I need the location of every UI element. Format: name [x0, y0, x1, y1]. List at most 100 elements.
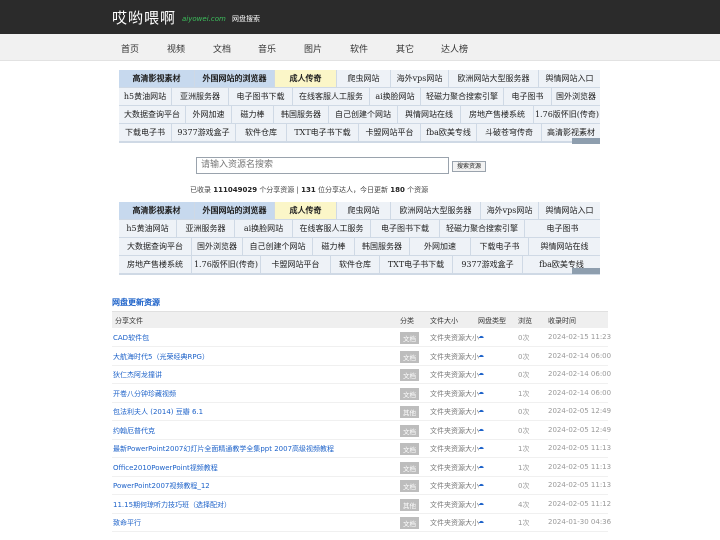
- link-grid-item[interactable]: 电子图书: [504, 88, 551, 105]
- link-grid-item[interactable]: 轻磁力聚合搜索引擎: [440, 220, 524, 237]
- link-grid-item[interactable]: 轻磁力聚合搜索引擎: [421, 88, 503, 105]
- link-grid-item[interactable]: ai换脸网站: [235, 220, 292, 237]
- link-grid-item[interactable]: 外国网站的浏览器: [195, 70, 274, 87]
- link-grid-item[interactable]: TXT电子书下载: [380, 256, 452, 273]
- link-grid-item[interactable]: 电子图书: [525, 220, 600, 237]
- resource-link[interactable]: PowerPoint2007视频教程_12: [113, 481, 210, 491]
- table-row: 11.15期何琼听力技巧班（选择配对） 其他 文件夹资源大小 ☁ 4次 2024-02-0…: [112, 496, 612, 514]
- link-grid-item[interactable]: fba欧美专线: [421, 124, 476, 141]
- table-row: 狄仁杰阿龙撞讲 文档 文件夹资源大小 ☁ 0次 2024-02-14 06:00: [112, 366, 612, 384]
- site-logo[interactable]: 哎哟喂啊: [112, 7, 176, 28]
- link-grid-item[interactable]: 国外浏览器: [552, 88, 600, 105]
- nav-docs[interactable]: 文档: [213, 42, 231, 55]
- cloud-disk-icon: ☁: [478, 462, 484, 470]
- link-grid-item[interactable]: 爬虫网站: [337, 202, 390, 219]
- stats-text: 个分享资源 |: [259, 186, 299, 194]
- nav-software[interactable]: 软件: [350, 42, 368, 55]
- link-grid-item[interactable]: 韩国服务器: [355, 238, 409, 255]
- link-grid-item[interactable]: 1.76版怀旧(传奇): [534, 106, 600, 123]
- nav-music[interactable]: 音乐: [258, 42, 276, 55]
- link-grid-item[interactable]: 高清影视素材: [119, 70, 194, 87]
- link-grid-item[interactable]: 在线客服人工服务: [293, 220, 370, 237]
- link-grid-item[interactable]: 房地产售楼系统: [119, 256, 191, 273]
- link-grid-item[interactable]: TXT电子书下载: [287, 124, 358, 141]
- view-count: 0次: [518, 334, 530, 342]
- link-grid-item[interactable]: 爬虫网站: [337, 70, 390, 87]
- header-disk-type: 网盘类型: [478, 317, 506, 325]
- link-grid-item[interactable]: 自己创建个网站: [329, 106, 397, 123]
- link-grid-item[interactable]: 成人传奇: [275, 202, 336, 219]
- link-grid-item[interactable]: 磁力棒: [232, 106, 273, 123]
- resource-link[interactable]: 最新PowerPoint2007幻灯片全面精通教学全集ppt 2007高级视频教…: [113, 444, 334, 454]
- link-grid-item[interactable]: 舆情网站入口: [539, 202, 600, 219]
- link-grid-item[interactable]: h5黄油网站: [119, 220, 176, 237]
- search-input[interactable]: 请输入资源名搜索: [196, 157, 449, 174]
- link-grid-item[interactable]: 在线客服人工服务: [293, 88, 369, 105]
- link-grid-item[interactable]: 舆情网站在线: [529, 238, 600, 255]
- link-grid-item[interactable]: 9377游戏盒子: [453, 256, 522, 273]
- link-grid-item[interactable]: 舆情网站入口: [539, 70, 600, 87]
- link-grid-item[interactable]: 磁力棒: [313, 238, 354, 255]
- resource-link[interactable]: 致命平行: [113, 518, 141, 528]
- nav-images[interactable]: 图片: [304, 42, 322, 55]
- table-header: 分享文件 分类 文件大小 网盘类型 浏览 收录时间: [112, 311, 608, 328]
- header-size: 文件大小: [430, 317, 458, 325]
- link-grid-item[interactable]: 亚洲服务器: [177, 220, 234, 237]
- link-grid-item[interactable]: 外网加速: [410, 238, 470, 255]
- link-grid-item[interactable]: 欧洲网站大型服务器: [449, 70, 538, 87]
- link-grid-item[interactable]: 软件仓库: [331, 256, 379, 273]
- link-grid-item[interactable]: 外国网站的浏览器: [195, 202, 274, 219]
- link-grid-item[interactable]: 舆情网站在线: [398, 106, 460, 123]
- link-grid-item[interactable]: 欧洲网站大型服务器: [391, 202, 480, 219]
- view-count: 1次: [518, 389, 530, 398]
- link-grid-item[interactable]: 斗破苍穹传奇: [477, 124, 541, 141]
- link-grid-item[interactable]: 大数据查询平台: [119, 106, 185, 123]
- link-grid-item[interactable]: 电子图书下载: [229, 88, 292, 105]
- nav-video[interactable]: 视频: [167, 42, 185, 55]
- file-size: 文件夹资源大小: [430, 371, 479, 379]
- link-grid-item[interactable]: 韩国服务器: [274, 106, 328, 123]
- resource-link[interactable]: 约翰厄普代克: [113, 426, 155, 436]
- link-grid-item[interactable]: 卡盟网站平台: [359, 124, 420, 141]
- link-grid-item[interactable]: 9377游戏盒子: [172, 124, 235, 141]
- link-grid-item[interactable]: 海外vps网站: [391, 70, 448, 87]
- link-grid-item[interactable]: 下载电子书: [471, 238, 528, 255]
- nav-other[interactable]: 其它: [396, 42, 414, 55]
- link-grid-item[interactable]: 海外vps网站: [481, 202, 538, 219]
- nav-rankings[interactable]: 达人榜: [441, 42, 468, 55]
- link-grid-item[interactable]: 卡盟网站平台: [261, 256, 330, 273]
- stats-resource-count: 111049029: [213, 186, 258, 194]
- added-time: 2024-02-05 12:49: [548, 425, 612, 434]
- link-grid-item[interactable]: 成人传奇: [275, 70, 336, 87]
- link-grid-item[interactable]: 电子图书下载: [371, 220, 439, 237]
- link-grid-item[interactable]: ai换脸网站: [370, 88, 420, 105]
- link-grid-item[interactable]: 自己创建个网站: [243, 238, 312, 255]
- resource-link[interactable]: Office2010PowerPoint视频教程: [113, 463, 218, 473]
- added-time: 2024-02-05 11:12: [548, 499, 612, 508]
- link-grid-item[interactable]: 亚洲服务器: [172, 88, 228, 105]
- resource-link[interactable]: 包法利夫人 (2014) 豆瓣 6.1: [113, 407, 203, 417]
- resource-link[interactable]: 大航海时代5（光荣经典RPG）: [113, 352, 209, 362]
- link-grid-item[interactable]: h5黄油网站: [119, 88, 171, 105]
- added-time: 2024-02-14 06:00: [548, 370, 612, 378]
- category-badge: 文档: [400, 461, 419, 474]
- cloud-disk-icon: ☁: [478, 481, 484, 488]
- resource-link[interactable]: 开卷八分钟珍藏视频: [113, 389, 176, 399]
- link-grid-item[interactable]: 下载电子书: [119, 124, 171, 141]
- nav-home[interactable]: 首页: [121, 42, 139, 55]
- resource-link[interactable]: CAD软件包: [113, 333, 149, 343]
- link-grid-item[interactable]: 高清影视素材: [119, 202, 194, 219]
- resource-link[interactable]: 11.15期何琼听力技巧班（选择配对）: [113, 500, 231, 510]
- link-grid-item[interactable]: 1.76版怀旧(传奇): [192, 256, 260, 273]
- header-time: 收录时间: [548, 317, 576, 325]
- link-grid-item[interactable]: 外网加速: [186, 106, 231, 123]
- link-grid-item[interactable]: 软件仓库: [236, 124, 286, 141]
- category-badge: 文档: [400, 443, 419, 455]
- view-count: 0次: [518, 482, 530, 490]
- link-grid-item[interactable]: 大数据查询平台: [119, 238, 191, 255]
- resource-link[interactable]: 狄仁杰阿龙撞讲: [113, 370, 162, 380]
- link-grid-item[interactable]: 房地产售楼系统: [461, 106, 533, 123]
- stats-text: 位分享达人，今日更新: [318, 186, 388, 194]
- link-grid-item[interactable]: 国外浏览器: [192, 238, 242, 255]
- search-button[interactable]: 搜索资源: [452, 161, 486, 172]
